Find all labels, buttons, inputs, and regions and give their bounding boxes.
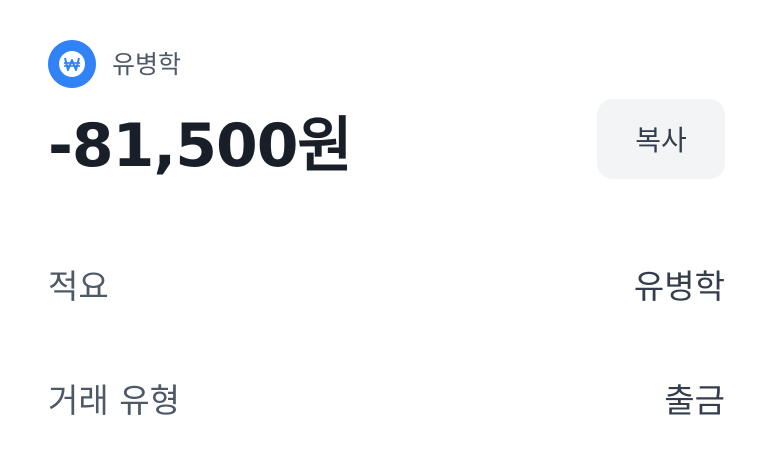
- account-header: 유병학: [48, 40, 181, 88]
- won-sign-icon: [48, 40, 96, 88]
- copy-button[interactable]: 복사: [597, 99, 725, 179]
- transaction-detail-screen: 유병학 -81,500원 복사 적요 유병학 거래 유형 출금: [0, 0, 773, 462]
- detail-row-memo: 적요 유병학: [48, 260, 725, 308]
- detail-row-transaction-type: 거래 유형 출금: [48, 374, 725, 422]
- won-sign-icon-inner: [59, 51, 85, 77]
- account-name: 유병학: [112, 49, 182, 79]
- memo-value: 유병학: [633, 267, 725, 306]
- memo-label: 적요: [48, 267, 109, 306]
- won-glyph: [64, 57, 80, 71]
- transaction-type-label: 거래 유형: [48, 381, 180, 420]
- transaction-type-value: 출금: [664, 381, 725, 420]
- transaction-amount: -81,500원: [48, 110, 353, 181]
